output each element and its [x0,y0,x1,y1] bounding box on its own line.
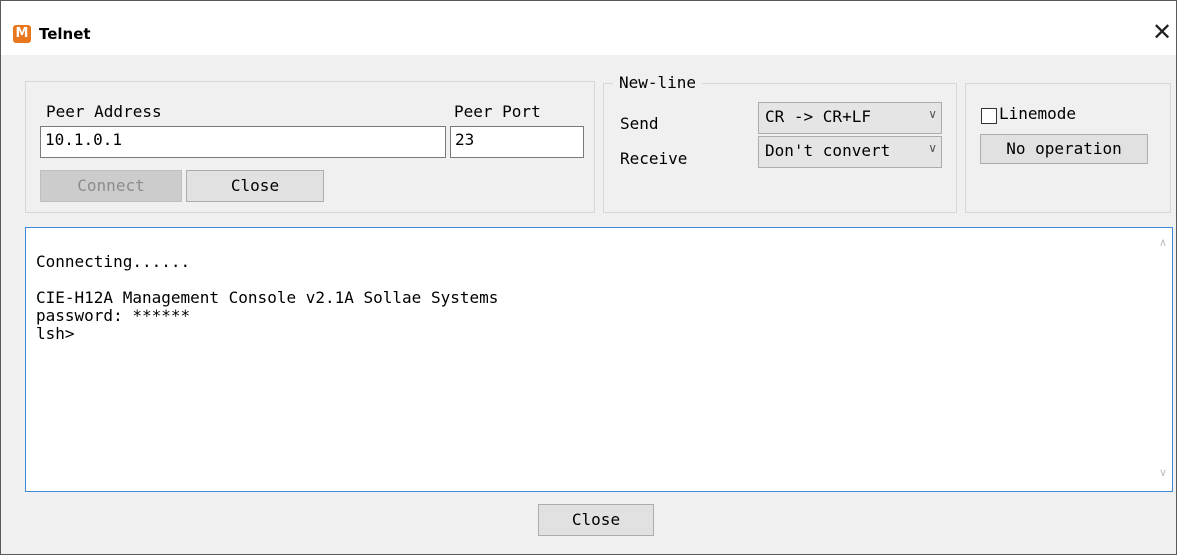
send-newline-select[interactable]: CR -> CR+LF ∨ [758,102,942,134]
receive-newline-select[interactable]: Don't convert ∨ [758,136,942,168]
linemode-checkbox[interactable] [981,108,997,124]
receive-label: Receive [620,149,688,168]
peer-port-label: Peer Port [454,102,541,121]
peer-address-input[interactable]: 10.1.0.1 [40,126,446,158]
console-line: lsh> [36,324,75,343]
linemode-label[interactable]: Linemode [999,104,1076,123]
peer-address-label: Peer Address [46,102,162,121]
title-bar: M Telnet ✕ [1,1,1176,55]
console-text: Connecting...... CIE-H12A Management Con… [36,253,498,343]
newline-group-label: New-line [613,73,703,92]
linemode-group: Linemode No operation [965,83,1171,213]
console-output[interactable]: Connecting...... CIE-H12A Management Con… [25,227,1173,492]
send-newline-value: CR -> CR+LF [765,107,871,126]
console-line: Connecting...... [36,252,191,271]
app-icon: M [13,25,31,43]
console-line: CIE-H12A Management Console v2.1A Sollae… [36,288,499,307]
connection-group: Peer Address Peer Port 10.1.0.1 23 Conne… [25,81,595,213]
send-label: Send [620,114,659,133]
footer-close-button[interactable]: Close [538,504,654,536]
close-icon[interactable]: ✕ [1149,17,1175,47]
console-scrollbar[interactable]: ∧ ∨ [1154,228,1172,491]
peer-port-input[interactable]: 23 [450,126,584,158]
window-title: Telnet [39,25,91,43]
no-operation-button[interactable]: No operation [980,134,1148,164]
chevron-down-icon: ∨ [928,107,937,121]
chevron-up-icon[interactable]: ∧ [1154,236,1172,254]
chevron-down-icon[interactable]: ∨ [1154,466,1172,484]
close-connection-button[interactable]: Close [186,170,324,202]
receive-newline-value: Don't convert [765,141,891,160]
telnet-window: M Telnet ✕ Peer Address Peer Port 10.1.0… [0,0,1177,555]
chevron-down-icon: ∨ [928,141,937,155]
newline-group: Send Receive CR -> CR+LF ∨ Don't convert… [603,83,957,213]
console-line: password: ****** [36,306,191,325]
connect-button[interactable]: Connect [40,170,182,202]
